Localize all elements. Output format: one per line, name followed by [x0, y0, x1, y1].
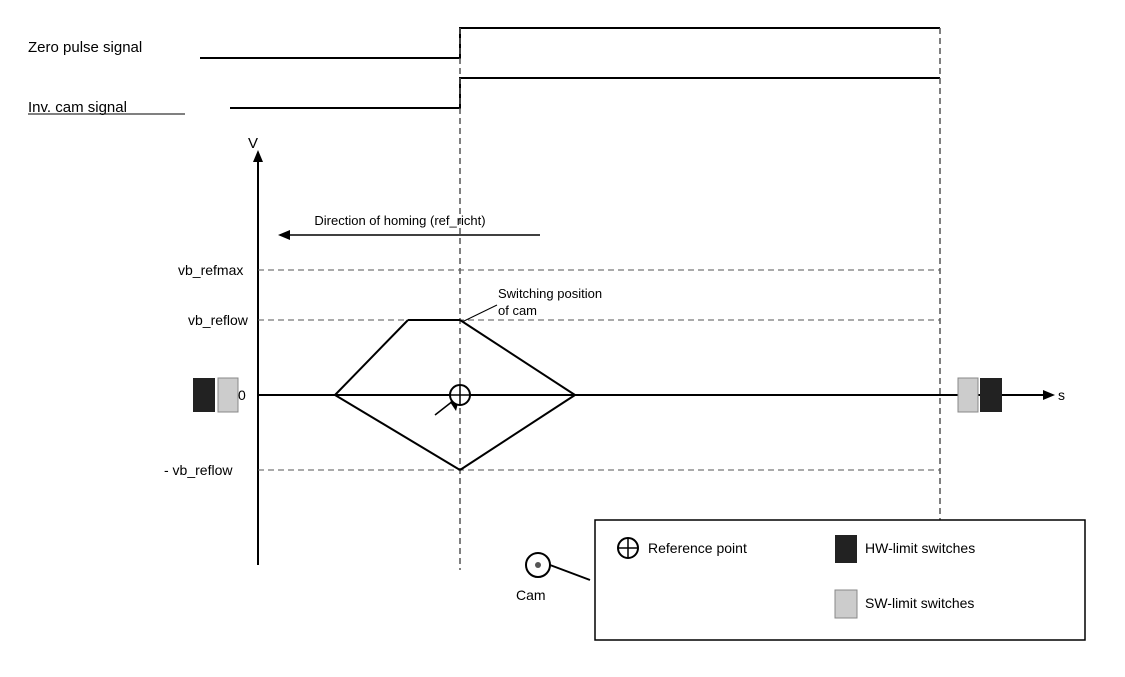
legend-sw-switch — [835, 590, 857, 618]
vb-refmax-label: vb_refmax — [178, 262, 243, 278]
inv-cam-label: Inv. cam signal — [28, 99, 127, 116]
cam-label: Cam — [516, 587, 546, 603]
zero-label: 0 — [238, 387, 246, 403]
reference-point-label: Reference point — [648, 540, 747, 556]
sw-limit-left — [218, 378, 238, 412]
hw-limit-left — [193, 378, 215, 412]
neg-vb-reflow-label: - vb_reflow — [164, 462, 233, 478]
direction-homing-label: Direction of homing (ref_richt) — [314, 213, 485, 228]
switching-pos-label: Switching position — [498, 286, 602, 301]
switching-pos-label2: of cam — [498, 303, 537, 318]
v-axis-label: V — [248, 135, 258, 152]
zero-pulse-label: Zero pulse signal — [28, 39, 142, 56]
sw-limit-right — [958, 378, 978, 412]
vb-reflow-label: vb_reflow — [188, 312, 249, 328]
sw-limit-label: SW-limit switches — [865, 595, 974, 611]
s-axis-label: s — [1058, 387, 1065, 403]
hw-limit-right — [980, 378, 1002, 412]
hw-limit-label: HW-limit switches — [865, 540, 975, 556]
legend-hw-switch — [835, 535, 857, 563]
diagram-container: Zero pulse signal Inv. cam signal V s vb… — [0, 0, 1125, 677]
